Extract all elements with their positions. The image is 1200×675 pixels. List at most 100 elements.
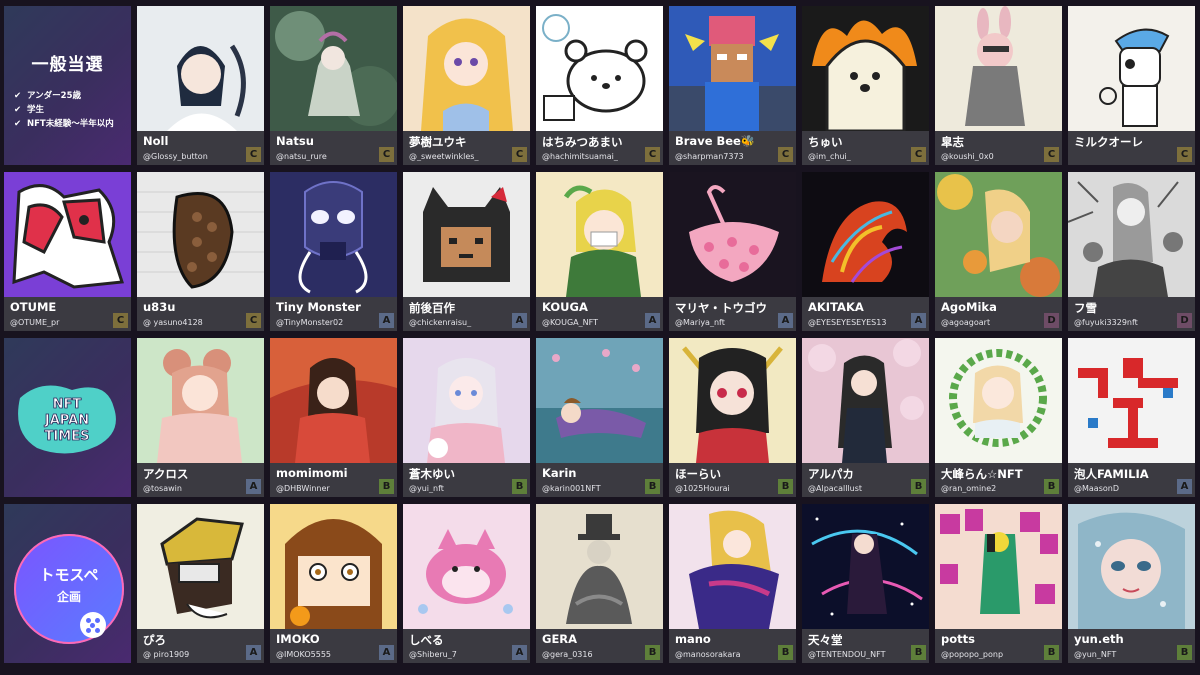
artist-name: Natsu xyxy=(276,134,314,148)
artwork-image xyxy=(137,338,264,463)
artist-name: KOUGA xyxy=(542,300,588,314)
criteria-list: ✔ アンダー25歳 ✔ 学生 ✔ NFT未経験〜半年以内 xyxy=(14,89,114,131)
artist-card[interactable]: 大峰らん☆NFT @ran_omine2 B xyxy=(935,338,1062,497)
card-caption: OTUME @OTUME_pr C xyxy=(4,297,131,331)
card-caption: IMOKO @IMOKO5555 A xyxy=(270,629,397,663)
artist-name: アルパカ xyxy=(808,467,854,481)
artwork-image xyxy=(270,504,397,629)
artist-card[interactable]: potts @popopo_ponp B xyxy=(935,504,1062,663)
card-caption: 大峰らん☆NFT @ran_omine2 B xyxy=(935,463,1062,497)
artist-card[interactable]: u83u @ yasuno4128 C xyxy=(137,172,264,331)
artist-card[interactable]: GERA @gera_0316 B xyxy=(536,504,663,663)
rank-badge: A xyxy=(1177,479,1192,494)
artist-handle: @agoagoart xyxy=(941,318,991,327)
artist-card[interactable]: Brave Bee🐝 @sharpman7373 C xyxy=(669,6,796,165)
artist-handle: @sharpman7373 xyxy=(675,152,744,161)
artist-card[interactable]: 夢樹ユウキ @_sweetwinkles_ C xyxy=(403,6,530,165)
artwork-image xyxy=(403,172,530,297)
artist-card[interactable]: Noll @Glossy_button C xyxy=(137,6,264,165)
artist-name: mano xyxy=(675,632,711,646)
artist-card[interactable]: ちゅい @im_chui_ C xyxy=(802,6,929,165)
lottery-title: 一般当選 xyxy=(31,55,104,75)
artwork-image xyxy=(1068,6,1195,131)
artwork-image xyxy=(137,504,264,629)
artist-card[interactable]: ぴろ @ piro1909 A xyxy=(137,504,264,663)
artist-card[interactable]: Karin @karin001NFT B xyxy=(536,338,663,497)
artist-card[interactable]: フ雪 @fuyuki3329nft D xyxy=(1068,172,1195,331)
artist-card[interactable]: AgoMika @agoagoart D xyxy=(935,172,1062,331)
card-caption: 蒼木ゆい @yui_nft B xyxy=(403,463,530,497)
lottery-info-panel: 一般当選 ✔ アンダー25歳 ✔ 学生 ✔ NFT未経験〜半年以内 xyxy=(4,6,131,165)
artist-handle: @chickenraisu_ xyxy=(409,318,472,327)
artwork-image xyxy=(669,504,796,629)
artwork-image xyxy=(935,172,1062,297)
rank-badge: B xyxy=(1177,645,1192,660)
artist-card[interactable]: KOUGA @KOUGA_NFT A xyxy=(536,172,663,331)
card-caption: 前後百作 @chickenraisu_ A xyxy=(403,297,530,331)
artist-name: 皐志 xyxy=(941,135,964,149)
artist-card[interactable]: ミルクオーレ C xyxy=(1068,6,1195,165)
artist-card[interactable]: OTUME @OTUME_pr C xyxy=(4,172,131,331)
nft-japan-times-logo: NFT JAPAN TIMES xyxy=(4,338,131,497)
artist-card[interactable]: マリヤ・トウゴウ @Mariya_nft A xyxy=(669,172,796,331)
artist-card[interactable]: IMOKO @IMOKO5555 A xyxy=(270,504,397,663)
card-caption: マリヤ・トウゴウ @Mariya_nft A xyxy=(669,297,796,331)
rank-badge: C xyxy=(379,147,394,162)
artist-card[interactable]: 蒼木ゆい @yui_nft B xyxy=(403,338,530,497)
artist-card[interactable]: アクロス @tosawin A xyxy=(137,338,264,497)
artist-handle: @_sweetwinkles_ xyxy=(409,152,479,161)
artwork-image xyxy=(403,338,530,463)
artist-name: Tiny Monster xyxy=(276,300,361,314)
artist-handle: @yun_NFT xyxy=(1074,650,1117,659)
artist-handle: @MaasonD xyxy=(1074,484,1119,493)
artist-name: アクロス xyxy=(143,467,189,481)
artwork-image xyxy=(270,6,397,131)
artwork-image xyxy=(536,172,663,297)
artist-card[interactable]: mano @manosorakara B xyxy=(669,504,796,663)
artist-card[interactable]: AKITAKA @EYESEYESEYES13 A xyxy=(802,172,929,331)
artist-card[interactable]: 天々堂 @TENTENDOU_NFT B xyxy=(802,504,929,663)
artist-handle: @natsu_rure xyxy=(276,152,327,161)
artist-card[interactable]: アルパカ @Alpacalllust B xyxy=(802,338,929,497)
artist-name: Karin xyxy=(542,466,577,480)
artwork-image xyxy=(1068,172,1195,297)
artist-name: 蒼木ゆい xyxy=(409,467,455,481)
card-caption: GERA @gera_0316 B xyxy=(536,629,663,663)
artist-card[interactable]: momimomi @DHBWinner B xyxy=(270,338,397,497)
card-caption: はちみつあまい @hachimitsuamai_ C xyxy=(536,131,663,165)
rank-badge: C xyxy=(512,147,527,162)
artwork-image xyxy=(137,172,264,297)
artist-card[interactable]: はちみつあまい @hachimitsuamai_ C xyxy=(536,6,663,165)
artist-card[interactable]: 皐志 @koushi_0x0 C xyxy=(935,6,1062,165)
artist-card[interactable]: yun.eth @yun_NFT B xyxy=(1068,504,1195,663)
artwork-image xyxy=(1068,504,1195,629)
card-caption: Natsu @natsu_rure C xyxy=(270,131,397,165)
artist-card[interactable]: Natsu @natsu_rure C xyxy=(270,6,397,165)
artist-card[interactable]: ほーらい @1025Hourai B xyxy=(669,338,796,497)
nft-japan-times-logo-art: NFT JAPAN TIMES xyxy=(18,385,116,454)
rank-badge: A xyxy=(512,645,527,660)
card-caption: Tiny Monster @TinyMonster02 A xyxy=(270,297,397,331)
artist-handle: @TinyMonster02 xyxy=(276,318,344,327)
artist-handle: @ran_omine2 xyxy=(941,484,997,493)
artist-name: ぴろ xyxy=(143,633,166,647)
artist-handle: @Shiberu_7 xyxy=(409,650,457,659)
card-caption: アルパカ @Alpacalllust B xyxy=(802,463,929,497)
artist-handle: @manosorakara xyxy=(675,650,741,659)
card-caption: momimomi @DHBWinner B xyxy=(270,463,397,497)
artist-card[interactable]: 泡人FAMILIA @MaasonD A xyxy=(1068,338,1195,497)
artwork-image xyxy=(536,504,663,629)
check-icon: ✔ xyxy=(14,105,22,115)
artist-card[interactable]: 前後百作 @chickenraisu_ A xyxy=(403,172,530,331)
card-caption: フ雪 @fuyuki3329nft D xyxy=(1068,297,1195,331)
artist-card[interactable]: しべる @Shiberu_7 A xyxy=(403,504,530,663)
rank-badge: C xyxy=(645,147,660,162)
artist-name: ミルクオーレ xyxy=(1074,135,1143,149)
artwork-image xyxy=(802,338,929,463)
card-caption: Brave Bee🐝 @sharpman7373 C xyxy=(669,131,796,165)
card-caption: 天々堂 @TENTENDOU_NFT B xyxy=(802,629,929,663)
artwork-image xyxy=(1068,338,1195,463)
artist-name: yun.eth xyxy=(1074,632,1124,646)
artist-name: Noll xyxy=(143,134,169,148)
artist-card[interactable]: Tiny Monster @TinyMonster02 A xyxy=(270,172,397,331)
